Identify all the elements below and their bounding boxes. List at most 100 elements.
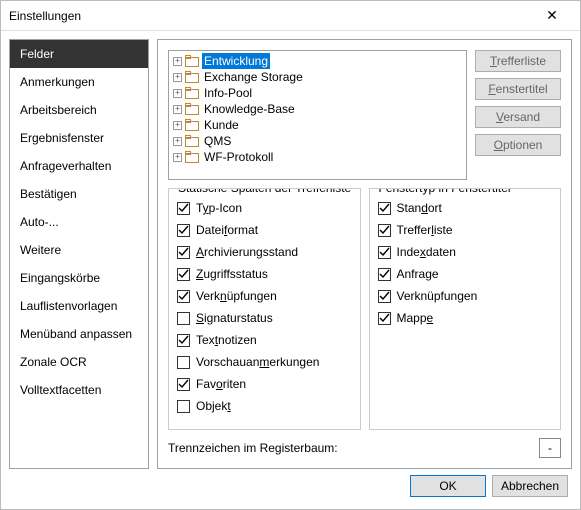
sidebar-item[interactable]: Auto-... bbox=[10, 208, 148, 236]
checkbox-row[interactable]: Trefferliste bbox=[378, 219, 553, 241]
checkbox-label: Trefferliste bbox=[397, 223, 453, 237]
tree-item[interactable]: + Kunde bbox=[173, 117, 462, 133]
folder-icon bbox=[185, 151, 199, 163]
side-button[interactable]: Optionen bbox=[475, 134, 561, 156]
checkbox-label: Zugriffsstatus bbox=[196, 267, 268, 281]
checkbox-icon bbox=[177, 202, 190, 215]
tree-item[interactable]: + WF-Protokoll bbox=[173, 149, 462, 165]
separator-label: Trennzeichen im Registerbaum: bbox=[168, 441, 338, 455]
checkbox-label: Typ-Icon bbox=[196, 201, 242, 215]
checkbox-icon bbox=[177, 268, 190, 281]
sidebar-item[interactable]: Bestätigen bbox=[10, 180, 148, 208]
checkbox-icon bbox=[177, 246, 190, 259]
checkbox-label: Signaturstatus bbox=[196, 311, 273, 325]
tree-expander-icon[interactable]: + bbox=[173, 73, 182, 82]
folder-icon bbox=[185, 55, 199, 67]
group-window-type: Fenstertyp in Fenstertitel StandortTreff… bbox=[369, 188, 562, 430]
checkbox-row[interactable]: Dateiformat bbox=[177, 219, 352, 241]
sidebar-item[interactable]: Anmerkungen bbox=[10, 68, 148, 96]
checkbox-icon bbox=[177, 224, 190, 237]
checkbox-row[interactable]: Typ-Icon bbox=[177, 197, 352, 219]
tree-expander-icon[interactable]: + bbox=[173, 121, 182, 130]
sidebar-item[interactable]: Lauflistenvorlagen bbox=[10, 292, 148, 320]
tree-expander-icon[interactable]: + bbox=[173, 89, 182, 98]
tree-item-label: Info-Pool bbox=[202, 85, 254, 101]
checkbox-label: Anfrage bbox=[397, 267, 439, 281]
folder-icon bbox=[185, 135, 199, 147]
checkbox-label: Dateiformat bbox=[196, 223, 258, 237]
tree-item[interactable]: + QMS bbox=[173, 133, 462, 149]
checkbox-icon bbox=[378, 202, 391, 215]
folder-icon bbox=[185, 87, 199, 99]
checkbox-label: Textnotizen bbox=[196, 333, 257, 347]
checkbox-icon bbox=[378, 290, 391, 303]
checkbox-row[interactable]: Archivierungsstand bbox=[177, 241, 352, 263]
close-icon[interactable]: ✕ bbox=[532, 2, 572, 30]
checkbox-icon bbox=[177, 400, 190, 413]
side-button[interactable]: Versand bbox=[475, 106, 561, 128]
checkbox-icon bbox=[378, 224, 391, 237]
checkbox-icon bbox=[378, 312, 391, 325]
sidebar-item[interactable]: Menüband anpassen bbox=[10, 320, 148, 348]
tree-item[interactable]: +Entwicklung bbox=[173, 53, 462, 69]
checkbox-label: Verknüpfungen bbox=[196, 289, 277, 303]
tree-item[interactable]: + Knowledge-Base bbox=[173, 101, 462, 117]
checkbox-label: Archivierungsstand bbox=[196, 245, 298, 259]
tree-expander-icon[interactable]: + bbox=[173, 153, 182, 162]
side-button[interactable]: Trefferliste bbox=[475, 50, 561, 72]
checkbox-label: Objekt bbox=[196, 399, 231, 413]
sidebar-item[interactable]: Ergebnisfenster bbox=[10, 124, 148, 152]
checkbox-row[interactable]: Signaturstatus bbox=[177, 307, 352, 329]
folder-icon bbox=[185, 119, 199, 131]
tree-item-label: Knowledge-Base bbox=[202, 101, 297, 117]
checkbox-icon bbox=[378, 268, 391, 281]
tree-item-label: Exchange Storage bbox=[202, 69, 305, 85]
checkbox-icon bbox=[177, 378, 190, 391]
tree-expander-icon[interactable]: + bbox=[173, 57, 182, 66]
ok-button[interactable]: OK bbox=[410, 475, 486, 497]
window-title: Einstellungen bbox=[9, 9, 532, 23]
sidebar-item[interactable]: Zonale OCR bbox=[10, 348, 148, 376]
sidebar: FelderAnmerkungenArbeitsbereichErgebnisf… bbox=[9, 39, 149, 469]
checkbox-row[interactable]: Zugriffsstatus bbox=[177, 263, 352, 285]
checkbox-label: Favoriten bbox=[196, 377, 246, 391]
sidebar-item[interactable]: Volltextfacetten bbox=[10, 376, 148, 404]
group-title-static: Statische Spalten der Trefferliste bbox=[175, 188, 354, 195]
checkbox-icon bbox=[177, 356, 190, 369]
checkbox-row[interactable]: Mappe bbox=[378, 307, 553, 329]
sidebar-item[interactable]: Felder bbox=[10, 40, 148, 68]
checkbox-row[interactable]: Anfrage bbox=[378, 263, 553, 285]
cancel-button[interactable]: Abbrechen bbox=[492, 475, 568, 497]
checkbox-label: Verknüpfungen bbox=[397, 289, 478, 303]
tree[interactable]: +Entwicklung+Exchange Storage+Info-Pool+… bbox=[168, 50, 467, 180]
checkbox-label: Standort bbox=[397, 201, 442, 215]
checkbox-icon bbox=[177, 334, 190, 347]
sidebar-item[interactable]: Anfrageverhalten bbox=[10, 152, 148, 180]
side-button[interactable]: Fenstertitel bbox=[475, 78, 561, 100]
checkbox-row[interactable]: Standort bbox=[378, 197, 553, 219]
tree-item-label: WF-Protokoll bbox=[202, 149, 275, 165]
checkbox-icon bbox=[177, 290, 190, 303]
checkbox-row[interactable]: Verknüpfungen bbox=[378, 285, 553, 307]
checkbox-row[interactable]: Vorschauanmerkungen bbox=[177, 351, 352, 373]
checkbox-row[interactable]: Objekt bbox=[177, 395, 352, 417]
checkbox-row[interactable]: Verknüpfungen bbox=[177, 285, 352, 307]
sidebar-item[interactable]: Arbeitsbereich bbox=[10, 96, 148, 124]
sidebar-item[interactable]: Weitere bbox=[10, 236, 148, 264]
checkbox-row[interactable]: Textnotizen bbox=[177, 329, 352, 351]
checkbox-row[interactable]: Favoriten bbox=[177, 373, 352, 395]
tree-item-label: Kunde bbox=[202, 117, 241, 133]
sidebar-item[interactable]: Eingangskörbe bbox=[10, 264, 148, 292]
tree-item[interactable]: + Exchange Storage bbox=[173, 69, 462, 85]
tree-expander-icon[interactable]: + bbox=[173, 105, 182, 114]
checkbox-icon bbox=[177, 312, 190, 325]
separator-input[interactable] bbox=[539, 438, 561, 458]
checkbox-label: Vorschauanmerkungen bbox=[196, 355, 319, 369]
tree-expander-icon[interactable]: + bbox=[173, 137, 182, 146]
folder-icon bbox=[185, 103, 199, 115]
checkbox-row[interactable]: Indexdaten bbox=[378, 241, 553, 263]
tree-item[interactable]: + Info-Pool bbox=[173, 85, 462, 101]
folder-icon bbox=[185, 71, 199, 83]
checkbox-icon bbox=[378, 246, 391, 259]
tree-item-label: QMS bbox=[202, 133, 233, 149]
